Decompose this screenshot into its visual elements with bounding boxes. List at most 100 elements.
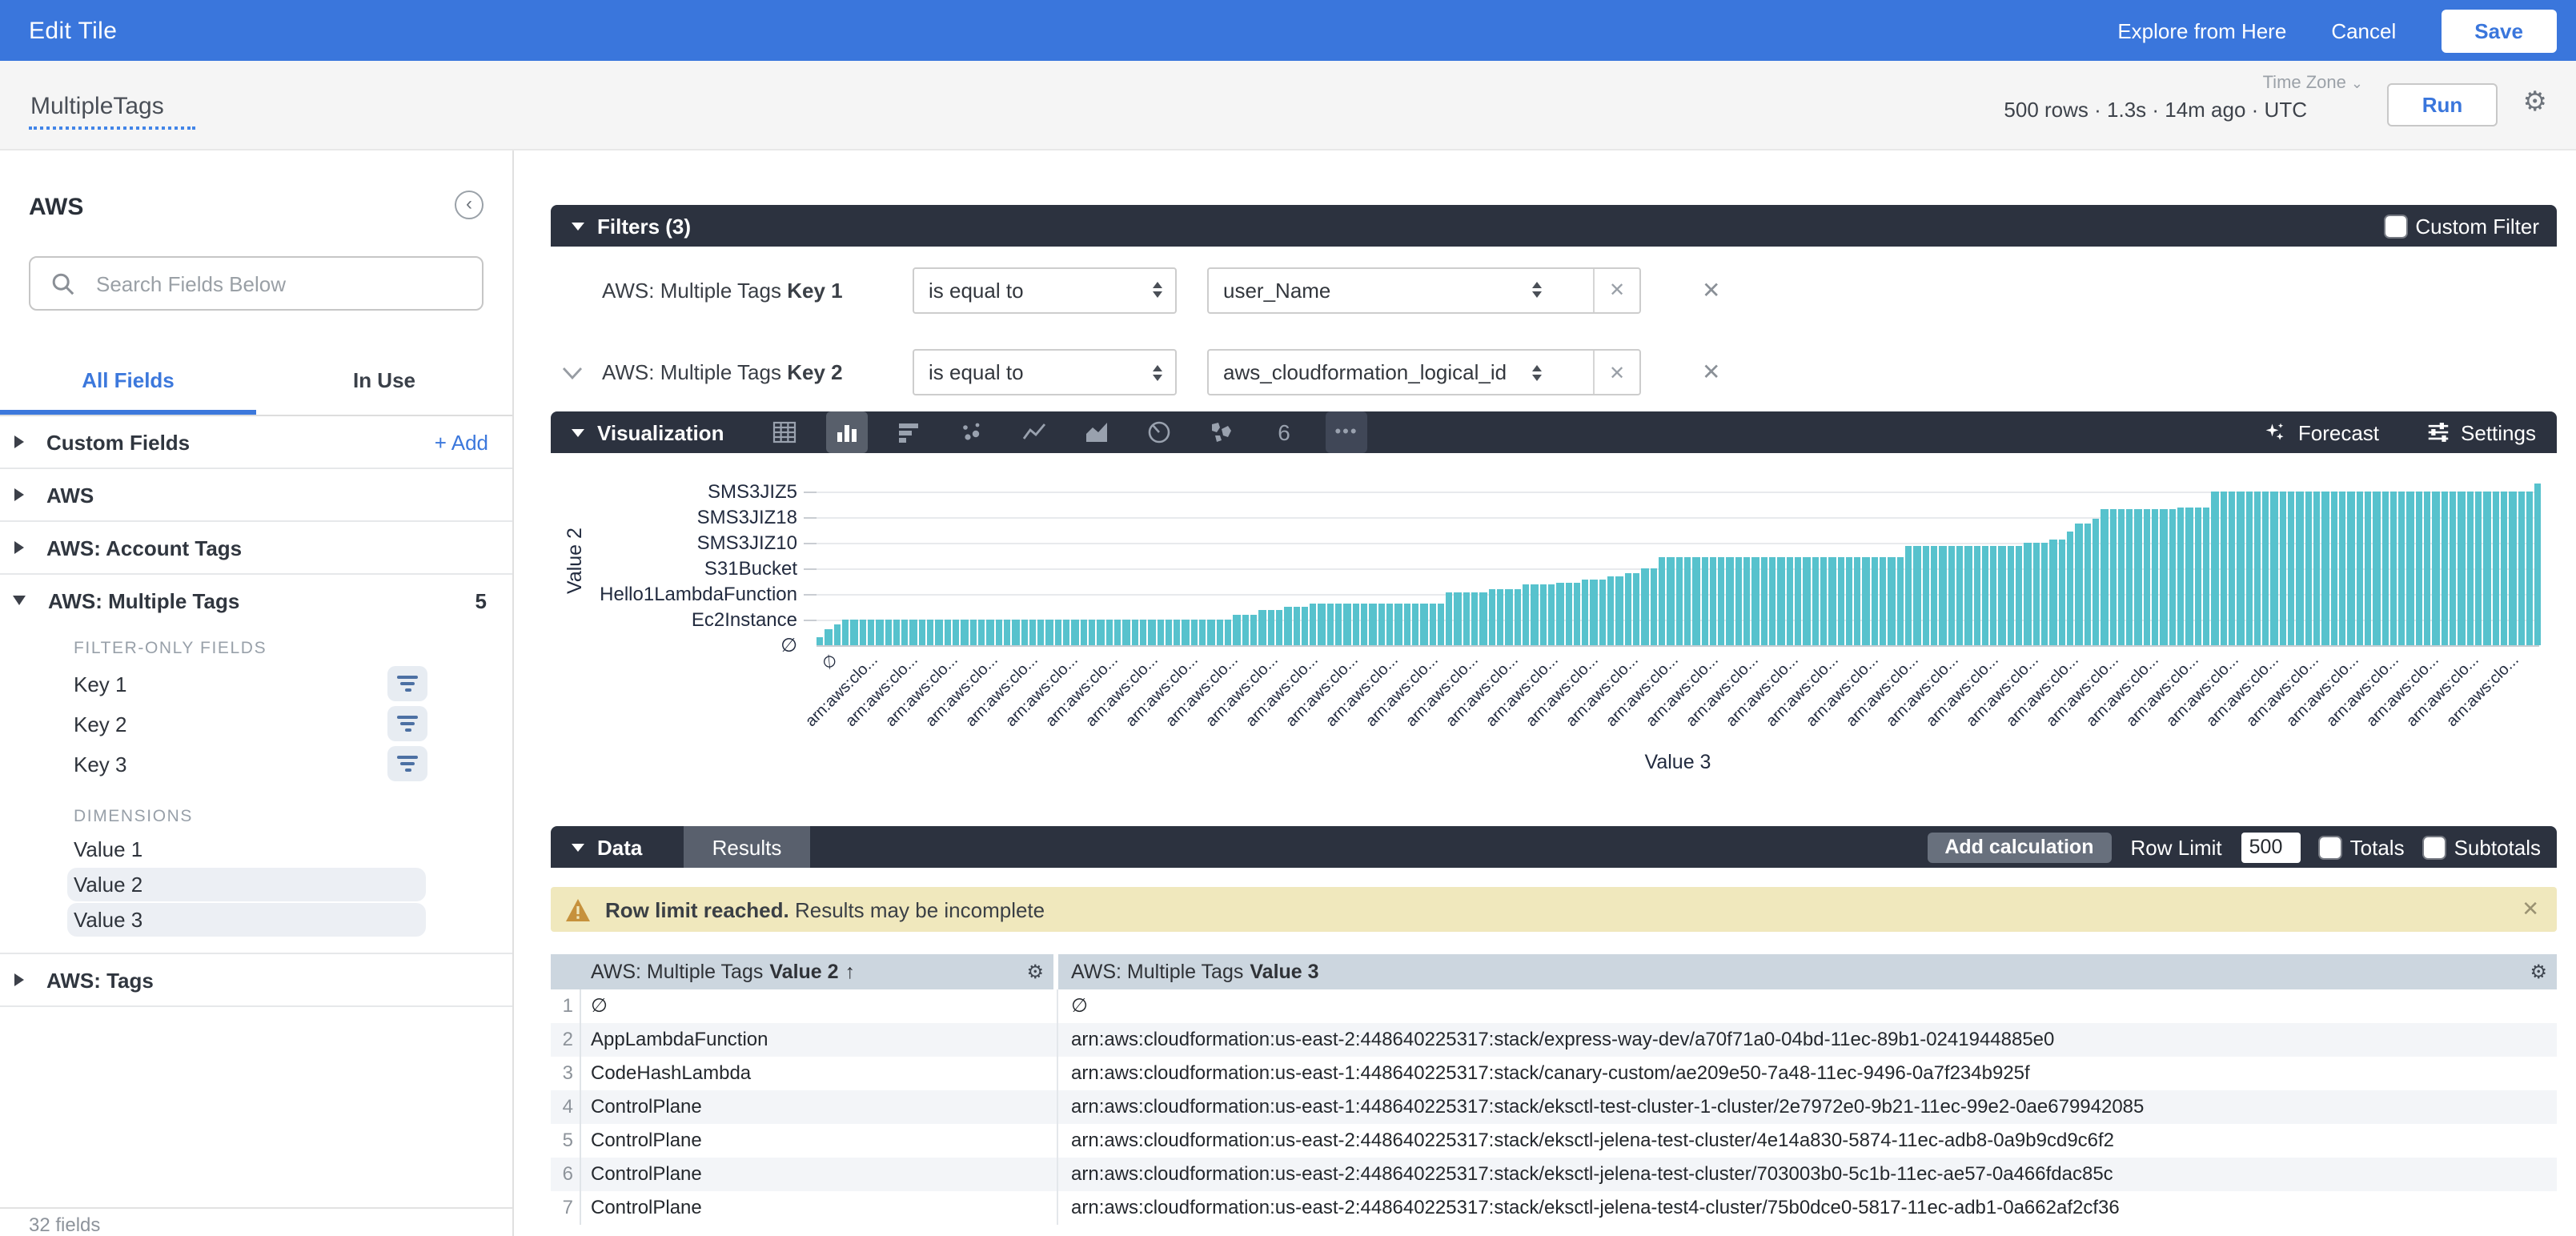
chart-bar[interactable]	[1574, 583, 1581, 645]
chart-bar[interactable]	[1599, 580, 1607, 645]
chart-bar[interactable]	[1769, 557, 1776, 645]
chart-bar[interactable]	[2398, 492, 2405, 645]
cell-value-3[interactable]: ∅	[1058, 989, 2557, 1023]
chart-bar[interactable]	[2330, 492, 2337, 645]
chart-bar[interactable]	[1386, 604, 1394, 645]
chart-bar[interactable]	[1556, 583, 1563, 645]
field-key-1[interactable]: Key 1	[0, 664, 512, 704]
chart-bar[interactable]	[1633, 573, 1640, 645]
chart-bar[interactable]	[1973, 546, 1980, 645]
chart-bar[interactable]	[2458, 492, 2466, 645]
chart-bar[interactable]	[1905, 546, 1912, 645]
table-row[interactable]: 7ControlPlanearn:aws:cloudformation:us-e…	[551, 1191, 2557, 1225]
chart-bar[interactable]	[1157, 620, 1164, 645]
forecast-button[interactable]: Forecast	[2265, 420, 2379, 444]
chart-bar[interactable]	[1080, 620, 1087, 645]
timezone-dropdown[interactable]: Time Zone⌄	[2263, 74, 2363, 93]
chart-bar[interactable]	[2424, 492, 2431, 645]
chart-bar[interactable]	[1480, 592, 1487, 645]
pie-chart-icon[interactable]	[1138, 411, 1180, 453]
chart-bar[interactable]	[2322, 492, 2329, 645]
chart-bar[interactable]	[1370, 604, 1377, 645]
cell-value-2[interactable]: ∅	[581, 989, 1058, 1023]
save-button[interactable]: Save	[2441, 9, 2557, 52]
chart-bar[interactable]	[2016, 546, 2023, 645]
chart-bar[interactable]	[2280, 492, 2287, 645]
chart-bar[interactable]	[2041, 543, 2048, 645]
table-chart-icon[interactable]	[764, 411, 805, 453]
clear-value-icon[interactable]: ✕	[1593, 351, 1639, 394]
group-row-custom-fields[interactable]: Custom Fields + Add	[0, 416, 512, 468]
chart-bar[interactable]	[876, 620, 883, 645]
filters-panel-header[interactable]: Filters (3) Custom Filter	[551, 205, 2557, 247]
table-row[interactable]: 5ControlPlanearn:aws:cloudformation:us-e…	[551, 1124, 2557, 1158]
chart-bar[interactable]	[1021, 620, 1028, 645]
chart-bar[interactable]	[1327, 604, 1334, 645]
chart-bar[interactable]	[1446, 592, 1453, 645]
cell-value-3[interactable]: arn:aws:cloudformation:us-east-2:4486402…	[1058, 1023, 2557, 1057]
chart-bar[interactable]	[1055, 620, 1062, 645]
chart-bar[interactable]	[978, 620, 985, 645]
chart-bar[interactable]	[2313, 492, 2321, 645]
filter-operator-select[interactable]: is equal to	[913, 267, 1177, 313]
field-value-2[interactable]: Value 2	[67, 868, 426, 901]
chart-bar[interactable]	[1114, 620, 1121, 645]
chart-bar[interactable]	[2101, 509, 2108, 645]
chart-bar[interactable]	[825, 629, 833, 645]
column-header-value-2[interactable]: AWS: Multiple TagsValue 2↑ ⚙	[551, 954, 1058, 989]
chart-bar[interactable]	[1438, 604, 1445, 645]
table-row[interactable]: 2AppLambdaFunctionarn:aws:cloudformation…	[551, 1023, 2557, 1057]
chart-bar[interactable]	[1778, 557, 1785, 645]
cell-value-3[interactable]: arn:aws:cloudformation:us-east-2:4486402…	[1058, 1124, 2557, 1158]
chart-bar[interactable]	[1267, 610, 1274, 645]
chart-bar[interactable]	[1412, 604, 1419, 645]
chart-bar[interactable]	[2152, 509, 2159, 645]
tab-results[interactable]: Results	[684, 826, 810, 868]
chart-bar[interactable]	[1191, 620, 1198, 645]
page-title[interactable]: MultipleTags	[29, 93, 196, 130]
chart-bar[interactable]	[1539, 584, 1547, 645]
chart-bar[interactable]	[1284, 607, 1291, 645]
chart-bar[interactable]	[1642, 568, 1649, 645]
chart-bar[interactable]	[1727, 557, 1734, 645]
chart-bar[interactable]	[1420, 604, 1427, 645]
tab-all-fields[interactable]: All Fields	[0, 349, 256, 415]
chart-bar[interactable]	[1318, 604, 1326, 645]
chart-bar[interactable]	[1982, 546, 1989, 645]
chart-bar[interactable]	[2356, 492, 2363, 645]
chart-bar[interactable]	[901, 620, 909, 645]
explore-from-here-link[interactable]: Explore from Here	[2117, 18, 2286, 42]
chart-bar[interactable]	[1429, 604, 1436, 645]
chart-bar[interactable]	[1854, 557, 1861, 645]
chart-bar[interactable]	[868, 620, 875, 645]
chart-bar[interactable]	[2084, 524, 2091, 645]
chart-bar[interactable]	[944, 620, 951, 645]
add-custom-field-button[interactable]: + Add	[435, 430, 488, 454]
cell-value-3[interactable]: arn:aws:cloudformation:us-east-2:4486402…	[1058, 1191, 2557, 1225]
chart-bar[interactable]	[2365, 492, 2372, 645]
more-chart-types-icon[interactable]: •••	[1326, 411, 1367, 453]
chart-bar[interactable]	[1395, 604, 1402, 645]
chart-bar[interactable]	[2297, 492, 2304, 645]
table-row[interactable]: 1∅∅	[551, 989, 2557, 1023]
chart-bar[interactable]	[953, 620, 960, 645]
chart-bar[interactable]	[1531, 584, 1539, 645]
chart-bar[interactable]	[1063, 620, 1070, 645]
collapse-sidebar-icon[interactable]: ‹	[455, 191, 484, 219]
chart-bar[interactable]	[1471, 592, 1479, 645]
chart-bar[interactable]	[2118, 509, 2125, 645]
chart-bar[interactable]	[2032, 543, 2040, 645]
chart-bar[interactable]	[1403, 604, 1410, 645]
chart-bar[interactable]	[1804, 557, 1811, 645]
chart-bar[interactable]	[2220, 492, 2227, 645]
visualization-panel-header[interactable]: Visualization	[551, 411, 2557, 453]
chart-bar[interactable]	[2076, 524, 2083, 645]
table-row[interactable]: 4ControlPlanearn:aws:cloudformation:us-e…	[551, 1090, 2557, 1124]
cancel-button[interactable]: Cancel	[2331, 18, 2396, 42]
chart-bar[interactable]	[1131, 620, 1138, 645]
chart-bar[interactable]	[2441, 492, 2448, 645]
chart-bar[interactable]	[1659, 557, 1666, 645]
filter-value-select[interactable]: user_Name	[1209, 268, 1593, 311]
chart-bar[interactable]	[1914, 546, 1921, 645]
chart-bar[interactable]	[1752, 557, 1759, 645]
